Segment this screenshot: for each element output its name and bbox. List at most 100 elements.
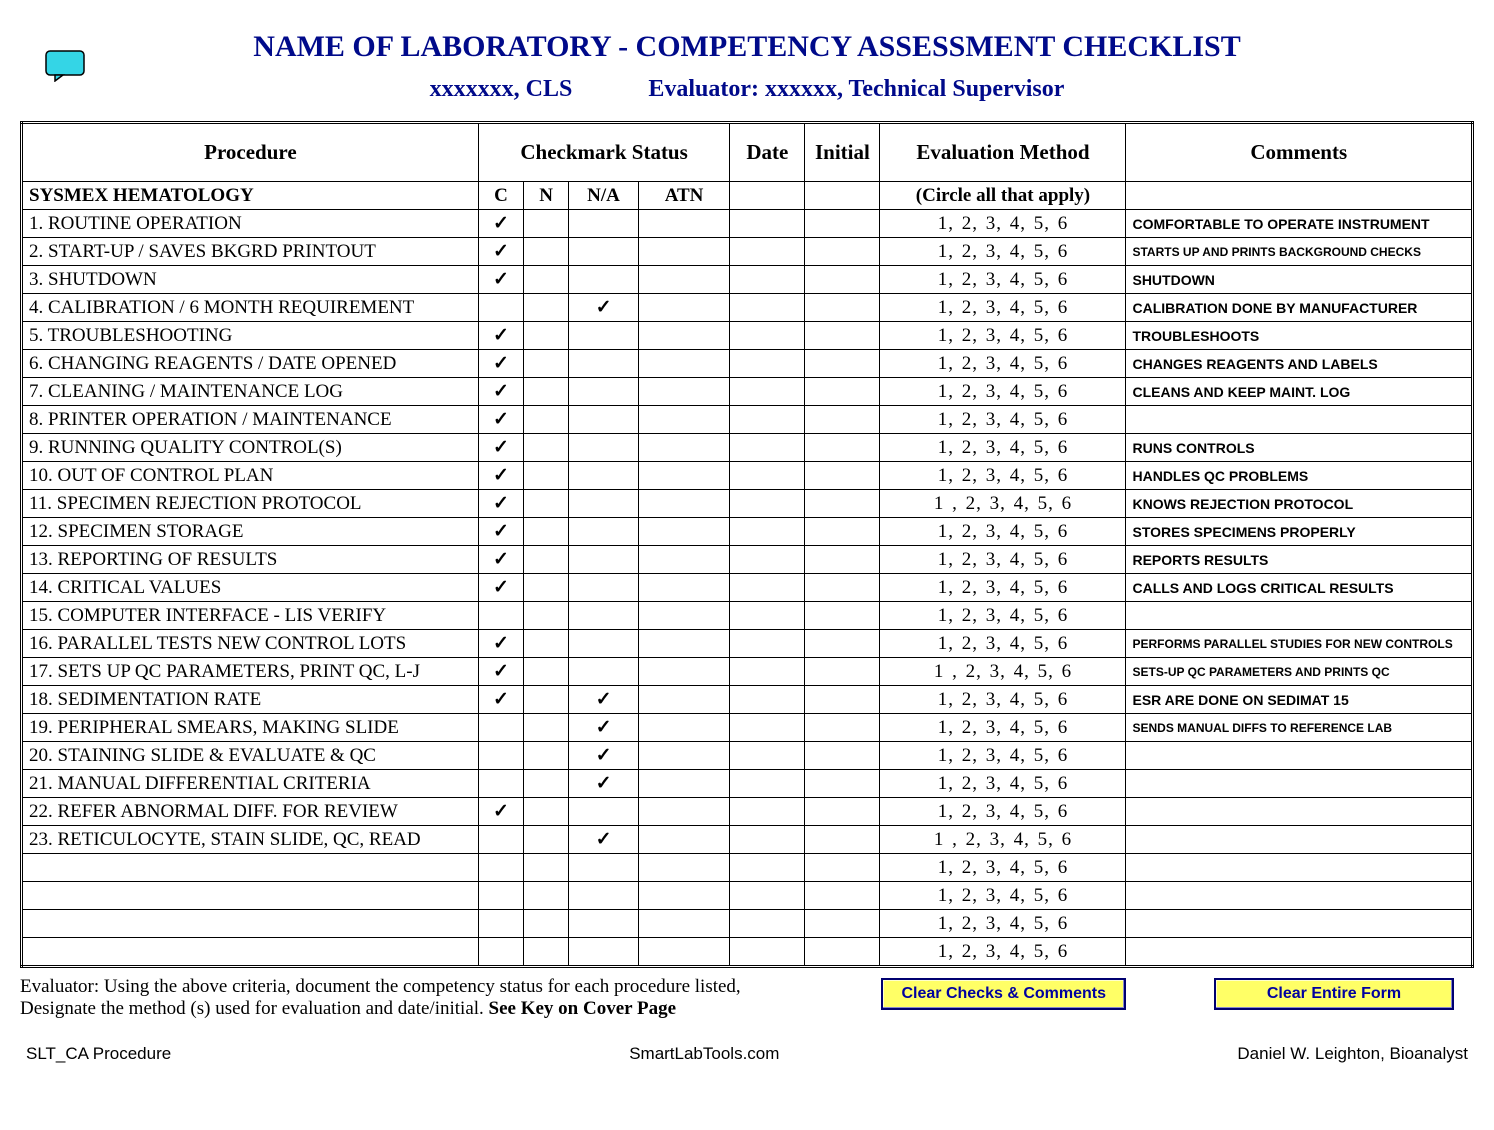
check-c-cell[interactable]: ✓: [478, 378, 523, 406]
check-n-cell[interactable]: [524, 434, 569, 462]
date-cell[interactable]: [730, 350, 805, 378]
check-na-cell[interactable]: [569, 938, 639, 967]
check-n-cell[interactable]: [524, 406, 569, 434]
initial-cell[interactable]: [805, 238, 880, 266]
check-na-cell[interactable]: [569, 630, 639, 658]
check-n-cell[interactable]: [524, 798, 569, 826]
check-atn-cell[interactable]: [638, 602, 730, 630]
check-atn-cell[interactable]: [638, 210, 730, 238]
date-cell[interactable]: [730, 406, 805, 434]
initial-cell[interactable]: [805, 882, 880, 910]
initial-cell[interactable]: [805, 854, 880, 882]
check-c-cell[interactable]: ✓: [478, 462, 523, 490]
check-atn-cell[interactable]: [638, 826, 730, 854]
check-atn-cell[interactable]: [638, 798, 730, 826]
comments-cell[interactable]: CLEANS AND KEEP MAINT. LOG: [1126, 378, 1473, 406]
initial-cell[interactable]: [805, 294, 880, 322]
check-n-cell[interactable]: [524, 938, 569, 967]
initial-cell[interactable]: [805, 686, 880, 714]
check-atn-cell[interactable]: [638, 630, 730, 658]
check-c-cell[interactable]: ✓: [478, 238, 523, 266]
check-n-cell[interactable]: [524, 322, 569, 350]
check-atn-cell[interactable]: [638, 294, 730, 322]
check-n-cell[interactable]: [524, 490, 569, 518]
check-na-cell[interactable]: [569, 574, 639, 602]
check-atn-cell[interactable]: [638, 350, 730, 378]
comments-cell[interactable]: [1126, 910, 1473, 938]
comments-cell[interactable]: PERFORMS PARALLEL STUDIES FOR NEW CONTRO…: [1126, 630, 1473, 658]
check-c-cell[interactable]: ✓: [478, 266, 523, 294]
check-na-cell[interactable]: [569, 798, 639, 826]
check-c-cell[interactable]: ✓: [478, 658, 523, 686]
eval-method-cell[interactable]: 1, 2, 3, 4, 5, 6: [880, 910, 1126, 938]
comments-cell[interactable]: [1126, 938, 1473, 967]
check-na-cell[interactable]: ✓: [569, 742, 639, 770]
date-cell[interactable]: [730, 294, 805, 322]
check-na-cell[interactable]: [569, 322, 639, 350]
check-n-cell[interactable]: [524, 294, 569, 322]
date-cell[interactable]: [730, 826, 805, 854]
check-n-cell[interactable]: [524, 462, 569, 490]
date-cell[interactable]: [730, 238, 805, 266]
comments-cell[interactable]: CALLS AND LOGS CRITICAL RESULTS: [1126, 574, 1473, 602]
eval-method-cell[interactable]: 1, 2, 3, 4, 5, 6: [880, 546, 1126, 574]
check-atn-cell[interactable]: [638, 854, 730, 882]
check-c-cell[interactable]: [478, 826, 523, 854]
comments-cell[interactable]: HANDLES QC PROBLEMS: [1126, 462, 1473, 490]
check-c-cell[interactable]: ✓: [478, 546, 523, 574]
date-cell[interactable]: [730, 266, 805, 294]
date-cell[interactable]: [730, 462, 805, 490]
check-c-cell[interactable]: [478, 854, 523, 882]
date-cell[interactable]: [730, 490, 805, 518]
initial-cell[interactable]: [805, 798, 880, 826]
comments-cell[interactable]: [1126, 854, 1473, 882]
date-cell[interactable]: [730, 714, 805, 742]
initial-cell[interactable]: [805, 518, 880, 546]
comments-cell[interactable]: CHANGES REAGENTS AND LABELS: [1126, 350, 1473, 378]
comments-cell[interactable]: SETS-UP QC PARAMETERS AND PRINTS QC: [1126, 658, 1473, 686]
comments-cell[interactable]: RUNS CONTROLS: [1126, 434, 1473, 462]
check-c-cell[interactable]: [478, 882, 523, 910]
date-cell[interactable]: [730, 798, 805, 826]
comments-cell[interactable]: [1126, 798, 1473, 826]
eval-method-cell[interactable]: 1, 2, 3, 4, 5, 6: [880, 938, 1126, 967]
date-cell[interactable]: [730, 854, 805, 882]
check-c-cell[interactable]: ✓: [478, 574, 523, 602]
comments-cell[interactable]: [1126, 742, 1473, 770]
date-cell[interactable]: [730, 686, 805, 714]
check-n-cell[interactable]: [524, 770, 569, 798]
check-na-cell[interactable]: [569, 546, 639, 574]
check-n-cell[interactable]: [524, 714, 569, 742]
check-c-cell[interactable]: ✓: [478, 630, 523, 658]
check-na-cell[interactable]: [569, 910, 639, 938]
check-c-cell[interactable]: [478, 602, 523, 630]
date-cell[interactable]: [730, 770, 805, 798]
check-atn-cell[interactable]: [638, 490, 730, 518]
check-atn-cell[interactable]: [638, 658, 730, 686]
check-n-cell[interactable]: [524, 686, 569, 714]
check-na-cell[interactable]: ✓: [569, 826, 639, 854]
date-cell[interactable]: [730, 602, 805, 630]
initial-cell[interactable]: [805, 546, 880, 574]
check-atn-cell[interactable]: [638, 574, 730, 602]
check-na-cell[interactable]: [569, 490, 639, 518]
date-cell[interactable]: [730, 546, 805, 574]
check-atn-cell[interactable]: [638, 910, 730, 938]
check-na-cell[interactable]: [569, 434, 639, 462]
date-cell[interactable]: [730, 518, 805, 546]
check-c-cell[interactable]: ✓: [478, 322, 523, 350]
eval-method-cell[interactable]: 1, 2, 3, 4, 5, 6: [880, 518, 1126, 546]
date-cell[interactable]: [730, 882, 805, 910]
comments-cell[interactable]: CALIBRATION DONE BY MANUFACTURER: [1126, 294, 1473, 322]
check-na-cell[interactable]: [569, 882, 639, 910]
check-n-cell[interactable]: [524, 546, 569, 574]
check-na-cell[interactable]: [569, 518, 639, 546]
check-c-cell[interactable]: ✓: [478, 686, 523, 714]
eval-method-cell[interactable]: 1, 2, 3, 4, 5, 6: [880, 406, 1126, 434]
check-atn-cell[interactable]: [638, 714, 730, 742]
check-n-cell[interactable]: [524, 882, 569, 910]
initial-cell[interactable]: [805, 434, 880, 462]
check-atn-cell[interactable]: [638, 266, 730, 294]
eval-method-cell[interactable]: 1 , 2, 3, 4, 5, 6: [880, 658, 1126, 686]
initial-cell[interactable]: [805, 350, 880, 378]
